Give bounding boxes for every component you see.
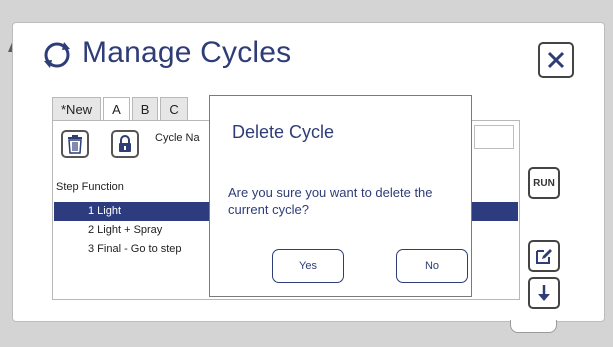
trash-icon [68, 135, 82, 154]
cycle-name-field[interactable] [474, 125, 514, 149]
lock-cycle-button[interactable] [111, 130, 139, 158]
dialog-message: Are you sure you want to delete the curr… [228, 185, 433, 217]
tab-b[interactable]: B [131, 97, 159, 121]
close-icon [547, 51, 565, 69]
cycle-refresh-icon [44, 42, 70, 68]
lock-icon [119, 135, 131, 152]
dialog-title: Delete Cycle [232, 122, 335, 142]
delete-cycle-button[interactable] [61, 130, 89, 158]
cycle-name-label: Cycle Na [155, 132, 200, 144]
run-label: RUN [533, 177, 555, 189]
tab-a[interactable]: A [103, 97, 130, 121]
move-step-down-button[interactable] [528, 277, 560, 309]
close-button[interactable] [538, 42, 574, 78]
delete-cycle-dialog: Delete Cycle Are you sure you want to de… [209, 95, 472, 297]
tab-new[interactable]: *New [52, 97, 102, 121]
edit-icon [536, 249, 552, 264]
steps-header: Step Function [56, 181, 124, 193]
arrow-down-icon [538, 285, 550, 301]
yes-button[interactable]: Yes [272, 249, 344, 283]
tab-c[interactable]: C [160, 97, 188, 121]
no-button[interactable]: No [396, 249, 468, 283]
cycle-tabs: *New A B C [52, 97, 190, 121]
run-button[interactable]: RUN [528, 167, 560, 199]
bezel-notch [510, 320, 557, 333]
window-title: Manage Cycles [82, 36, 292, 69]
edit-step-button[interactable] [528, 240, 560, 272]
